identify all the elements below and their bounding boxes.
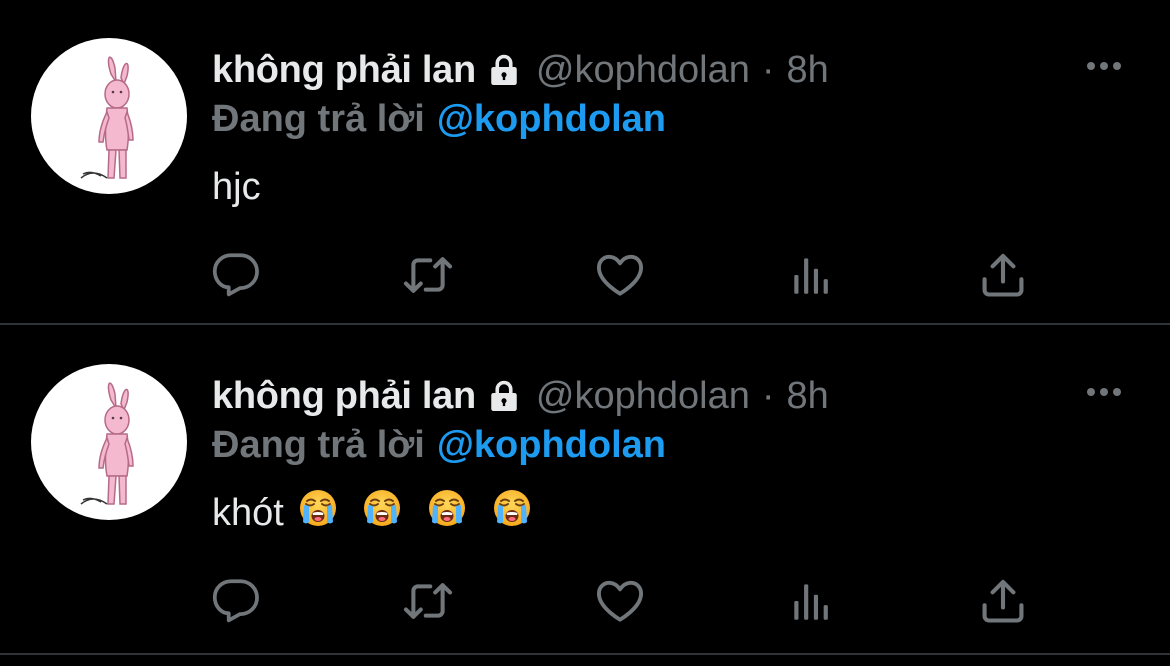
more-dot-icon — [1087, 388, 1095, 396]
reply-icon — [212, 253, 259, 297]
replying-to: Đang trả lời @kophdolan — [212, 421, 666, 469]
tweet[interactable]: không phải lan @kophdolan · 8h Đang trả … — [0, 326, 1170, 656]
tweet-actions — [0, 574, 1170, 630]
more-dot-icon — [1087, 62, 1095, 70]
share-icon — [982, 253, 1024, 297]
like-button[interactable] — [593, 248, 647, 302]
tweet-header: không phải lan @kophdolan · 8h — [212, 45, 829, 95]
avatar[interactable] — [31, 364, 187, 520]
tweet-text-content: hjc — [212, 165, 261, 208]
share-icon — [982, 579, 1024, 623]
tweet-text: khót — [212, 488, 532, 538]
loudly-crying-face-emoji — [492, 488, 532, 528]
separator-dot: · — [761, 48, 775, 91]
tweet-divider — [0, 653, 1170, 655]
replying-to-handle[interactable]: @kophdolan — [437, 424, 666, 467]
reply-button[interactable] — [209, 574, 263, 628]
lock-icon — [486, 52, 522, 88]
reply-button[interactable] — [209, 248, 263, 302]
views-icon — [794, 258, 828, 294]
like-icon — [597, 254, 643, 296]
loudly-crying-face-emoji — [298, 488, 338, 528]
reply-icon — [212, 579, 259, 623]
tweet-actions — [0, 248, 1170, 304]
retweet-button[interactable] — [401, 574, 455, 628]
views-button[interactable] — [785, 574, 839, 628]
tweet-text: hjc — [212, 162, 261, 212]
tweet-divider — [0, 323, 1170, 325]
more-dot-icon — [1113, 388, 1121, 396]
views-button[interactable] — [785, 248, 839, 302]
replying-to-handle[interactable]: @kophdolan — [437, 98, 666, 141]
lock-icon — [486, 378, 522, 414]
loudly-crying-face-emoji — [362, 488, 402, 528]
author-handle[interactable]: @kophdolan — [536, 375, 750, 418]
timestamp[interactable]: 8h — [787, 49, 829, 92]
share-button[interactable] — [976, 248, 1030, 302]
tweet-text-content: khót — [212, 491, 284, 534]
retweet-icon — [403, 257, 453, 293]
tweet[interactable]: không phải lan @kophdolan · 8h Đang trả … — [0, 0, 1170, 324]
avatar[interactable] — [31, 38, 187, 194]
replying-to: Đang trả lời @kophdolan — [212, 95, 666, 143]
replying-to-label: Đang trả lời — [212, 423, 425, 466]
like-icon — [597, 580, 643, 622]
share-button[interactable] — [976, 574, 1030, 628]
retweet-icon — [403, 583, 453, 619]
tweet-header: không phải lan @kophdolan · 8h — [212, 371, 829, 421]
timeline-feed: không phải lan @kophdolan · 8h Đang trả … — [0, 0, 1170, 666]
loudly-crying-face-emoji — [427, 488, 467, 528]
emoji-row — [284, 488, 532, 538]
author-name[interactable]: không phải lan — [212, 49, 476, 92]
more-dot-icon — [1100, 388, 1108, 396]
like-button[interactable] — [593, 574, 647, 628]
author-name[interactable]: không phải lan — [212, 375, 476, 418]
separator-dot: · — [761, 374, 775, 417]
bunny-avatar-image — [80, 56, 134, 179]
more-dot-icon — [1113, 62, 1121, 70]
retweet-button[interactable] — [401, 248, 455, 302]
replying-to-label: Đang trả lời — [212, 97, 425, 140]
author-handle[interactable]: @kophdolan — [536, 49, 750, 92]
more-options-button[interactable] — [1087, 56, 1121, 76]
timestamp[interactable]: 8h — [787, 375, 829, 418]
more-options-button[interactable] — [1087, 382, 1121, 402]
bunny-avatar-image — [80, 382, 134, 505]
views-icon — [794, 584, 828, 620]
more-dot-icon — [1100, 62, 1108, 70]
